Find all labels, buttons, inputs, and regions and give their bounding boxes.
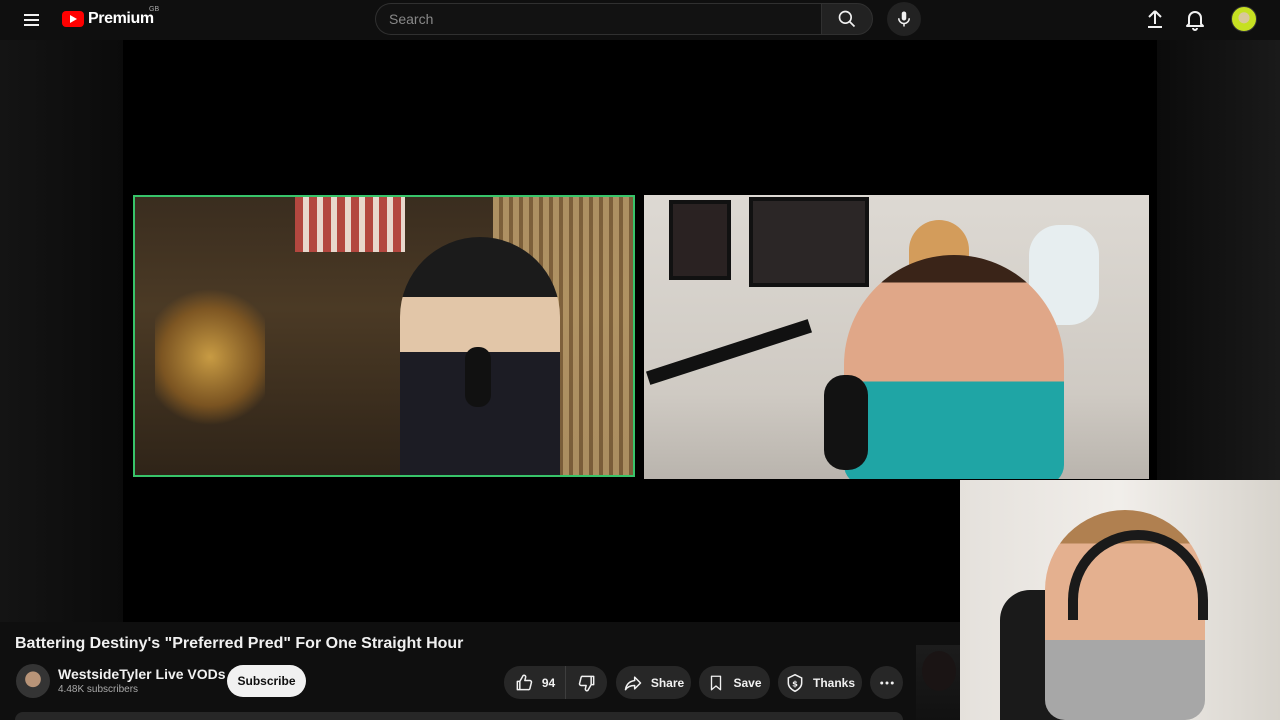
channel-name[interactable]: WestsideTyler Live VODs xyxy=(58,666,226,682)
subscribe-button[interactable]: Subscribe xyxy=(227,665,306,697)
search-icon xyxy=(838,10,856,28)
bell-icon xyxy=(1186,11,1204,31)
streamer-webcam-overlay xyxy=(960,480,1280,720)
subscriber-count: 4.48K subscribers xyxy=(58,684,139,695)
share-label: Share xyxy=(650,675,685,690)
more-actions-button[interactable] xyxy=(870,666,903,699)
channel-avatar[interactable] xyxy=(16,664,50,698)
upload-button[interactable] xyxy=(1143,7,1167,31)
thumbs-down-icon xyxy=(578,675,594,691)
ambient-glow-left xyxy=(0,40,123,622)
share-arrow-icon xyxy=(624,675,642,690)
notifications-button[interactable] xyxy=(1183,7,1207,31)
more-horizontal-icon xyxy=(879,681,894,684)
logo-region-code: GB xyxy=(149,6,160,13)
youtube-play-icon xyxy=(62,11,84,27)
description-box[interactable] xyxy=(15,712,903,720)
wall-frame xyxy=(669,200,731,280)
like-button[interactable]: 94 xyxy=(504,666,566,699)
voice-search-button[interactable] xyxy=(887,2,921,36)
video-feed-left-participant xyxy=(133,195,635,477)
bookmark-icon xyxy=(711,675,722,690)
svg-text:$: $ xyxy=(792,678,798,688)
save-label: Save xyxy=(733,675,762,690)
dislike-button[interactable] xyxy=(566,666,607,699)
microphone-figure xyxy=(465,347,491,407)
like-dislike-group: 94 xyxy=(504,666,607,699)
thanks-button[interactable]: $ Thanks xyxy=(778,666,862,699)
menu-icon[interactable] xyxy=(20,8,44,32)
logo-text: Premium xyxy=(88,10,154,27)
microphone-icon xyxy=(898,11,910,27)
youtube-premium-logo[interactable]: Premium xyxy=(62,9,154,29)
mic-arm-figure xyxy=(645,319,813,385)
ambient-glow-right xyxy=(1157,40,1280,480)
upload-icon xyxy=(1148,10,1162,28)
thumbs-up-icon xyxy=(516,674,533,690)
video-title: Battering Destiny's "Preferred Pred" For… xyxy=(15,635,464,652)
search-button[interactable] xyxy=(821,3,873,35)
like-count: 94 xyxy=(541,675,556,690)
super-thanks-icon: $ xyxy=(787,673,803,692)
top-bar: Premium GB xyxy=(0,0,1280,40)
save-button[interactable]: Save xyxy=(699,666,770,699)
recommended-video-thumbnail[interactable] xyxy=(916,645,960,720)
video-feed-right-participant xyxy=(644,195,1149,479)
wall-frame xyxy=(749,197,869,287)
share-button[interactable]: Share xyxy=(616,666,691,699)
account-avatar[interactable] xyxy=(1231,6,1257,32)
search-input[interactable] xyxy=(376,4,822,34)
participant-figure xyxy=(844,255,1064,479)
thanks-label: Thanks xyxy=(812,675,855,690)
search-box xyxy=(375,3,822,35)
microphone-figure xyxy=(824,375,868,470)
